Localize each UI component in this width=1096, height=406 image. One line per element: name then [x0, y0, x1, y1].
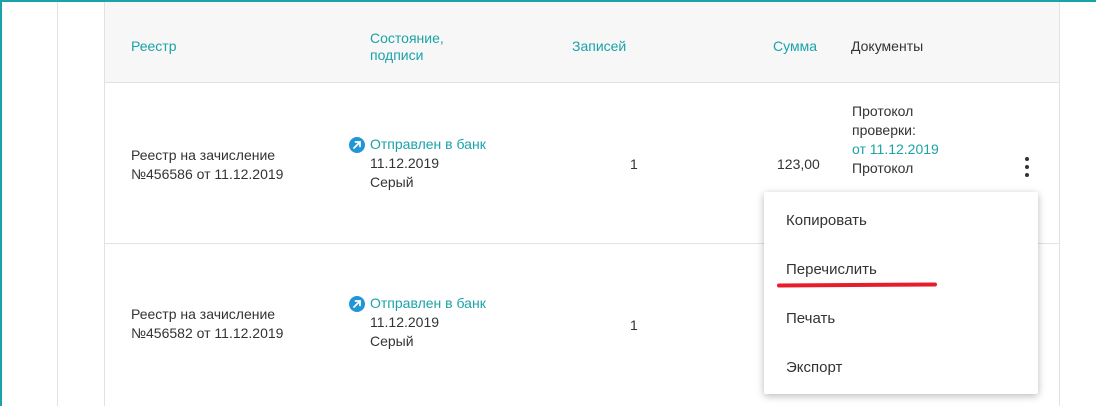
sum-value: 123,00 — [777, 156, 820, 172]
header-state[interactable]: Состояние, подписи — [370, 30, 444, 64]
status-link[interactable]: Отправлен в банк — [349, 135, 486, 154]
records-count: 1 — [630, 317, 638, 333]
table-header: Реестр Состояние, подписи Записей Сумма … — [105, 2, 1059, 83]
signer-name: Серый — [370, 174, 414, 190]
doc-label: Протокол — [852, 103, 914, 119]
row-context-menu: Копировать Перечислить Печать Экспорт — [764, 192, 1038, 394]
status-cell: Отправлен в банк 11.12.2019 Серый — [349, 135, 486, 192]
doc-label-3: Протокол — [852, 160, 914, 176]
doc-label-2: проверки: — [852, 122, 916, 138]
records-count: 1 — [630, 156, 638, 172]
registry-number: №456586 от 11.12.2019 — [131, 166, 284, 182]
status-text: Отправлен в банк — [370, 295, 486, 311]
menu-item-export[interactable]: Экспорт — [764, 343, 1038, 392]
status-text: Отправлен в банк — [370, 136, 486, 152]
header-records[interactable]: Записей — [572, 38, 626, 55]
kebab-menu-icon[interactable] — [1021, 155, 1033, 179]
registry-name-cell: Реестр на зачисление №456582 от 11.12.20… — [131, 305, 283, 343]
registry-number: №456582 от 11.12.2019 — [131, 325, 284, 341]
status-link[interactable]: Отправлен в банк — [349, 294, 486, 313]
header-documents: Документы — [851, 38, 924, 54]
documents-cell: Протокол проверки: от 11.12.2019 Протоко… — [852, 102, 939, 178]
menu-item-print[interactable]: Печать — [764, 294, 1038, 343]
registry-title: Реестр на зачисление — [131, 306, 276, 322]
menu-item-copy[interactable]: Копировать — [764, 196, 1038, 245]
signer-name: Серый — [370, 333, 414, 349]
registry-name-cell: Реестр на зачисление №456586 от 11.12.20… — [131, 146, 283, 184]
left-column-divider — [57, 2, 58, 406]
arrow-up-right-icon — [349, 295, 365, 312]
status-date: 11.12.2019 — [370, 314, 440, 330]
registry-title: Реестр на зачисление — [131, 147, 276, 163]
status-date: 11.12.2019 — [370, 155, 440, 171]
doc-link[interactable]: от 11.12.2019 — [852, 140, 939, 159]
header-sum[interactable]: Сумма — [773, 38, 817, 55]
arrow-up-right-icon — [349, 136, 365, 153]
header-registry[interactable]: Реестр — [131, 38, 177, 55]
status-cell: Отправлен в банк 11.12.2019 Серый — [349, 294, 486, 351]
